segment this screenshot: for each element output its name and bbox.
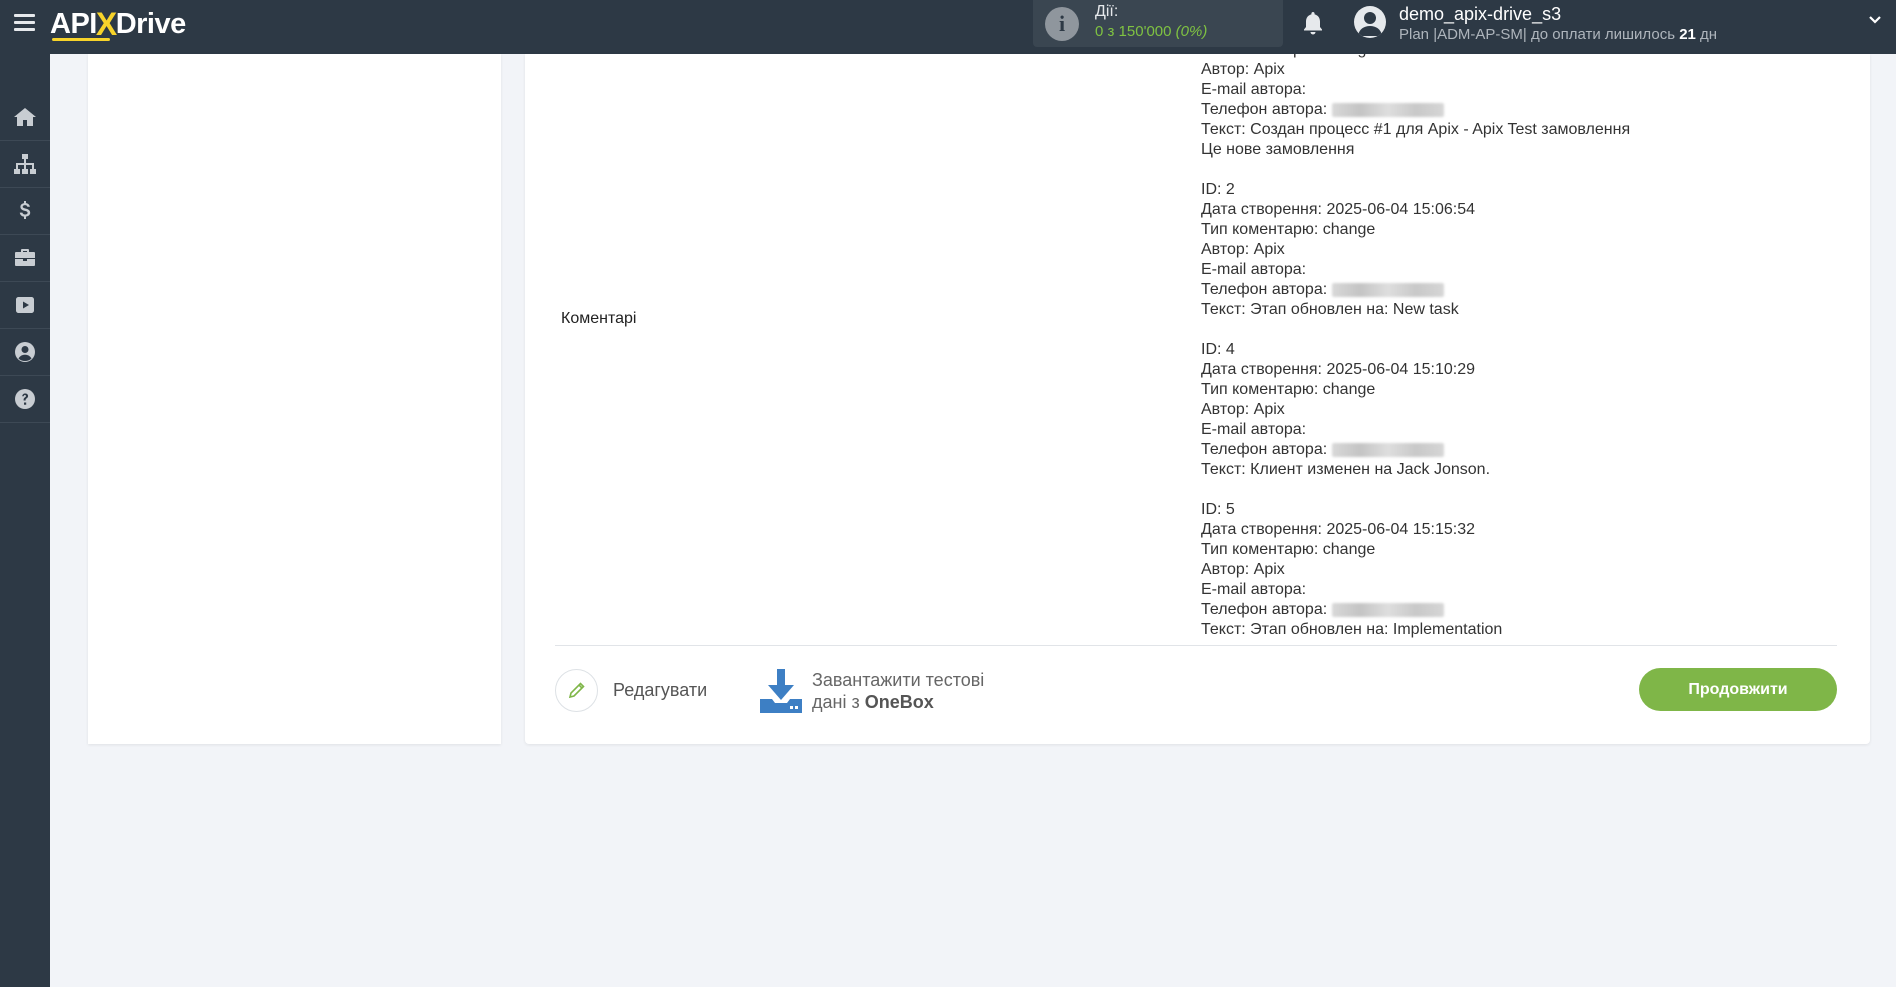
comment-line: ID: 2 [1201, 181, 1235, 198]
comment-line: Текст: Клиент изменен на Jack Jonson. [1201, 461, 1491, 478]
comment-line: Тип коментарю: change [1201, 381, 1376, 398]
field-label: Коментарі [561, 310, 637, 327]
sidebar-item-connections[interactable] [0, 141, 50, 188]
load-test-data-label: Завантажити тестові дані з OneBox [812, 670, 985, 712]
sidebar-item-help[interactable] [0, 376, 50, 423]
comment-line: Тип коментарю: change [1201, 541, 1376, 558]
chevron-down-icon[interactable] [1868, 13, 1882, 27]
actions-count: 0 з 150'000 (0%) [1095, 23, 1208, 40]
menu-icon[interactable] [14, 14, 35, 32]
sidebar-item-home[interactable] [0, 94, 50, 141]
user-avatar[interactable] [1354, 6, 1386, 38]
comment-line: E-mail автора: [1201, 581, 1307, 598]
edit-label: Редагувати [613, 679, 708, 700]
comment-line: Автор: Apix [1201, 561, 1285, 578]
username[interactable]: demo_apix-drive_s3 [1399, 4, 1561, 25]
comment-line: E-mail автора: [1201, 421, 1307, 438]
comment-line: Автор: Apix [1201, 241, 1285, 258]
plan-info: Plan |ADM-AP-SM| до оплати лишилось 21 д… [1399, 26, 1718, 43]
comment-line: Це нове замовлення [1201, 141, 1355, 158]
comment-line: Телефон автора: [1201, 440, 1841, 460]
comment-line: Автор: Apix [1201, 61, 1285, 78]
youtube-icon [16, 297, 34, 313]
pencil-icon [568, 682, 585, 699]
load-test-data-button[interactable]: Завантажити тестові дані з OneBox [760, 666, 984, 716]
help-icon [15, 389, 35, 409]
actions-label: Дії: [1095, 3, 1119, 20]
logo-underline [52, 38, 110, 41]
comment-line: Текст: Создан процесс #1 для Apix - Apix… [1201, 121, 1631, 138]
top-bar: API X Drive i Дії: 0 з 150'000 (0%) demo_a… [0, 0, 1896, 54]
info-icon: i [1045, 7, 1079, 41]
redacted-phone [1331, 602, 1444, 617]
comment-line: Дата створення: 2025-06-04 15:06:54 [1201, 201, 1476, 218]
field-value: Тип коментарю: change Автор: Apix E-mail а… [1201, 54, 1841, 696]
home-icon [14, 108, 36, 126]
redacted-phone [1331, 282, 1444, 297]
user-icon [15, 342, 35, 362]
test-data-panel: Коментарі Тип коментарю: change Автор: Ap… [525, 54, 1870, 744]
sidebar-item-billing[interactable] [0, 188, 50, 235]
comment-line: Дата створення: 2025-06-04 15:15:32 [1201, 521, 1476, 538]
bell-icon[interactable] [1301, 10, 1325, 36]
actions-counter[interactable]: i Дії: 0 з 150'000 (0%) [1033, 0, 1283, 47]
continue-button[interactable]: Продовжити [1639, 668, 1837, 711]
redacted-phone [1331, 442, 1444, 457]
comment-line: E-mail автора: [1201, 261, 1307, 278]
briefcase-icon [15, 249, 35, 266]
comment-line: Текст: Этап обновлен на: Implementation [1201, 621, 1503, 638]
comment-line: Тип коментарю: change [1201, 221, 1376, 238]
comment-line: ID: 4 [1201, 341, 1235, 358]
sidebar-item-profile[interactable] [0, 329, 50, 376]
comment-line: Телефон автора: [1201, 600, 1841, 620]
edit-button[interactable]: Редагувати [555, 668, 707, 712]
comment-line: Текст: Этап обновлен на: New task [1201, 301, 1459, 318]
redacted-phone [1331, 102, 1444, 117]
apixdrive-logo[interactable]: API X Drive [50, 6, 186, 42]
comment-line: ID: 5 [1201, 501, 1235, 518]
sidebar-item-video[interactable] [0, 282, 50, 329]
comment-line: Дата створення: 2025-06-04 15:10:29 [1201, 361, 1476, 378]
dollar-icon [19, 201, 31, 219]
comment-line: E-mail автора: [1201, 81, 1307, 98]
comment-line: Телефон автора: [1201, 100, 1841, 120]
edit-circle [555, 668, 598, 712]
divider [555, 645, 1837, 646]
sidebar [0, 54, 50, 987]
sitemap-icon [14, 154, 36, 174]
comment-line: Телефон автора: [1201, 280, 1841, 300]
left-panel [88, 54, 501, 744]
sidebar-item-tools[interactable] [0, 235, 50, 282]
download-icon [760, 669, 802, 713]
comment-line: Автор: Apix [1201, 401, 1285, 418]
